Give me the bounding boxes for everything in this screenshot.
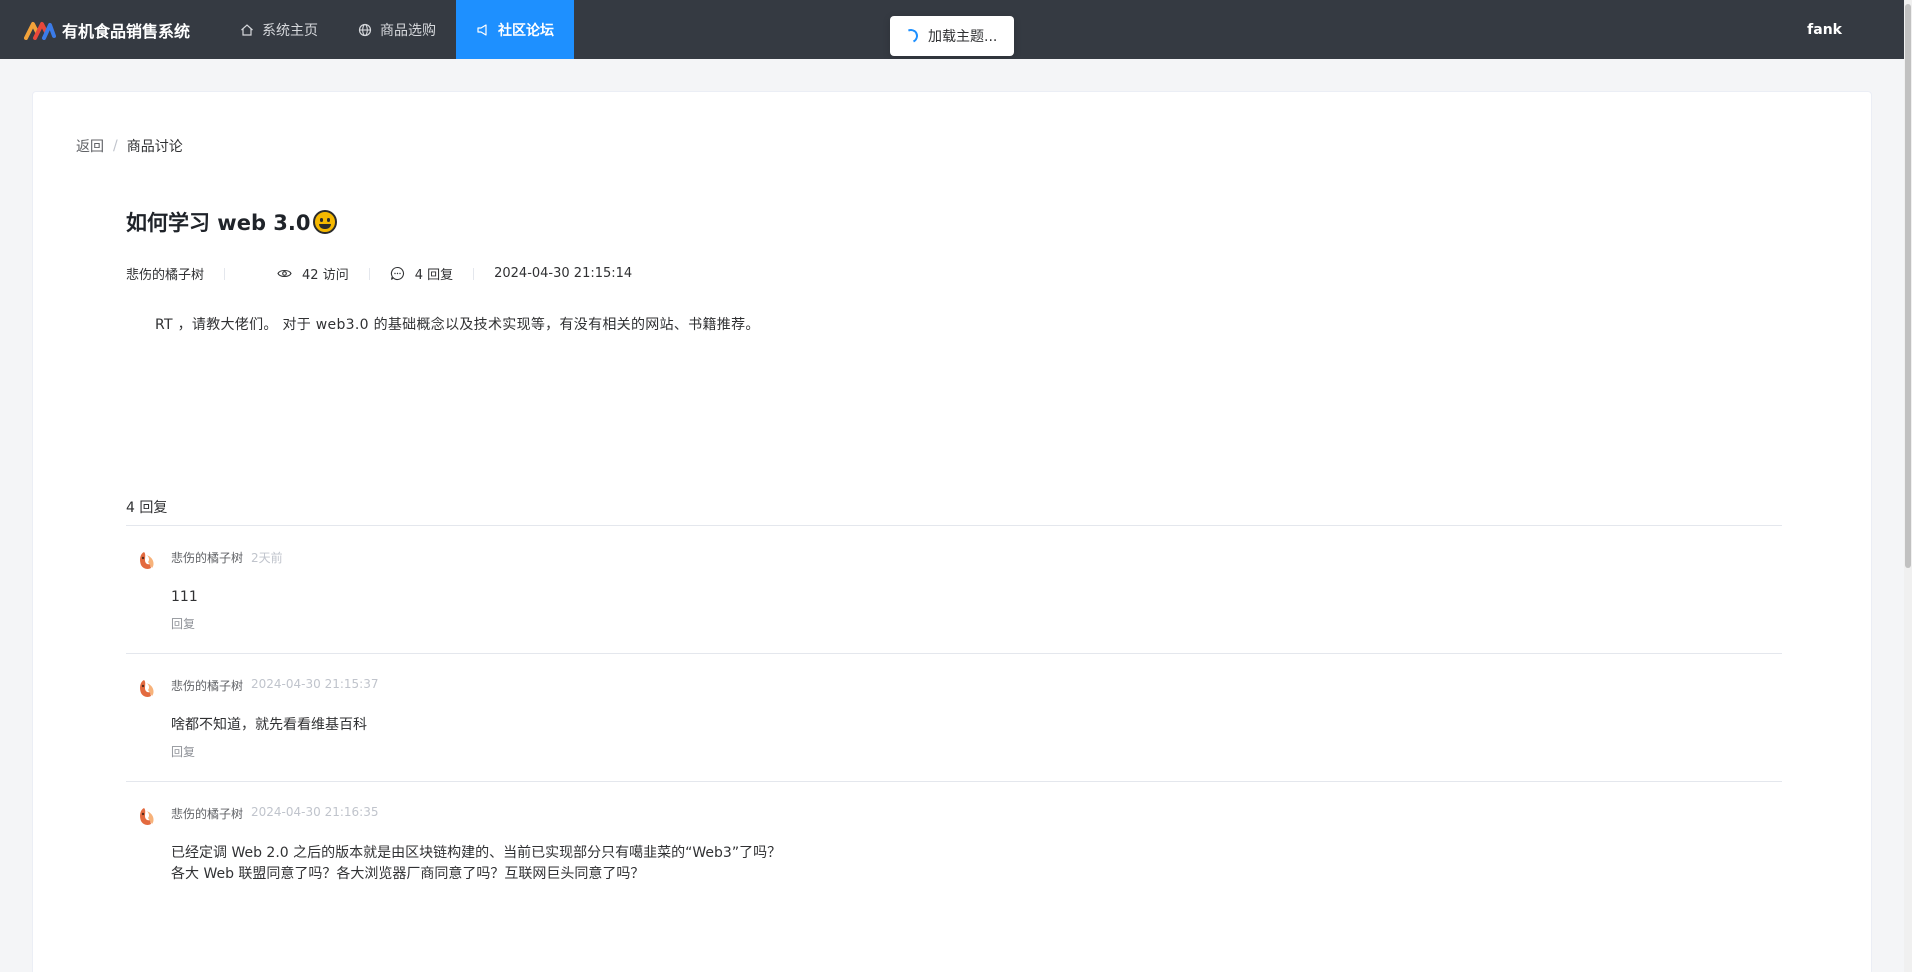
eye-icon — [277, 269, 292, 278]
nav-item-forum[interactable]: 社区论坛 — [456, 0, 574, 59]
reply-time: 2024-04-30 21:15:37 — [251, 677, 379, 691]
globe-icon — [358, 23, 372, 37]
brand[interactable]: 有机食品销售系统 — [0, 0, 220, 59]
breadcrumb-separator: / — [113, 138, 118, 154]
reply-author[interactable]: 悲伤的橘子树 — [171, 677, 243, 694]
reply-button[interactable]: 回复 — [171, 615, 195, 632]
reply-header: 悲伤的橘子树 2024-04-30 21:15:37 — [171, 677, 378, 694]
reply-author[interactable]: 悲伤的橘子树 — [171, 805, 243, 822]
breadcrumb-back-link[interactable]: 返回 — [76, 136, 104, 156]
reply-body-line: 各大 Web 联盟同意了吗？各大浏览器厂商同意了吗？互联网巨头同意了吗？ — [171, 866, 645, 882]
avatar[interactable] — [134, 677, 158, 701]
page-scrollbar[interactable] — [1904, 0, 1912, 972]
post-title-text: 如何学习 web 3.0 — [126, 211, 311, 235]
post-content: RT ，请教大佬们。 对于 web3.0 的基础概念以及技术实现等，有没有相关的… — [155, 317, 760, 333]
avatar[interactable] — [134, 805, 158, 829]
reply-body-line: 已经定调 Web 2.0 之后的版本就是由区块链构建的、当前已实现部分只有噶韭菜… — [171, 845, 782, 861]
page-body: 返回 / 商品讨论 如何学习 web 3.0 悲伤的橘子树 42 访问 4 回复… — [12, 59, 1904, 972]
reply-divider — [126, 781, 1782, 782]
megaphone-icon — [476, 23, 490, 37]
post-meta: 悲伤的橘子树 42 访问 4 回复 2024-04-30 21:15:14 — [126, 264, 632, 283]
nav-item-label: 商品选购 — [380, 22, 436, 39]
comment-icon — [390, 266, 404, 280]
app-name: 有机食品销售系统 — [62, 21, 191, 41]
grinning-face-emoji-icon — [312, 210, 337, 234]
reply-body: 啥都不知道，就先看看维基百科 — [171, 717, 367, 733]
home-icon — [240, 23, 254, 37]
avatar[interactable] — [134, 549, 158, 573]
loading-toast: 加载主题... — [890, 16, 1014, 56]
loading-spinner-icon — [902, 27, 920, 45]
reply-time: 2024-04-30 21:16:35 — [251, 805, 379, 819]
reply-header: 悲伤的橘子树 2天前 — [171, 549, 283, 566]
breadcrumb-current: 商品讨论 — [126, 139, 183, 155]
post-views: 42 访问 — [277, 264, 349, 283]
app-logo-icon — [24, 21, 56, 40]
reply-body: 111 — [171, 589, 198, 605]
breadcrumb: 返回 / 商品讨论 — [76, 136, 183, 156]
reply-time: 2天前 — [251, 551, 283, 565]
nav-item-shop[interactable]: 商品选购 — [338, 0, 456, 59]
reply-body: 已经定调 Web 2.0 之后的版本就是由区块链构建的、当前已实现部分只有噶韭菜… — [171, 843, 781, 885]
post-replies-text: 4 回复 — [414, 268, 454, 283]
user-menu[interactable]: fank — [1807, 0, 1842, 59]
reply-button[interactable]: 回复 — [171, 743, 195, 760]
reply-divider — [126, 525, 1782, 526]
main-nav: 系统主页 商品选购 社区论坛 — [220, 0, 574, 59]
nav-item-label: 社区论坛 — [498, 22, 554, 39]
topic-card: 返回 / 商品讨论 如何学习 web 3.0 悲伤的橘子树 42 访问 4 回复… — [32, 91, 1872, 972]
nav-item-label: 系统主页 — [262, 22, 318, 39]
scrollbar-thumb[interactable] — [1905, 4, 1911, 568]
post-author[interactable]: 悲伤的橘子树 — [126, 264, 204, 283]
post-time: 2024-04-30 21:15:14 — [494, 266, 633, 281]
reply-count: 4 回复 — [126, 500, 168, 516]
reply-author[interactable]: 悲伤的橘子树 — [171, 549, 243, 566]
meta-divider — [368, 267, 370, 280]
reply-divider — [126, 653, 1782, 654]
reply-header: 悲伤的橘子树 2024-04-30 21:16:35 — [171, 805, 378, 822]
post-views-text: 42 访问 — [302, 268, 349, 283]
post-replies: 4 回复 — [390, 264, 453, 283]
loading-text: 加载主题... — [928, 29, 998, 45]
post-title: 如何学习 web 3.0 — [126, 207, 337, 237]
meta-divider — [473, 267, 475, 280]
nav-item-home[interactable]: 系统主页 — [220, 0, 338, 59]
meta-divider — [224, 267, 226, 280]
